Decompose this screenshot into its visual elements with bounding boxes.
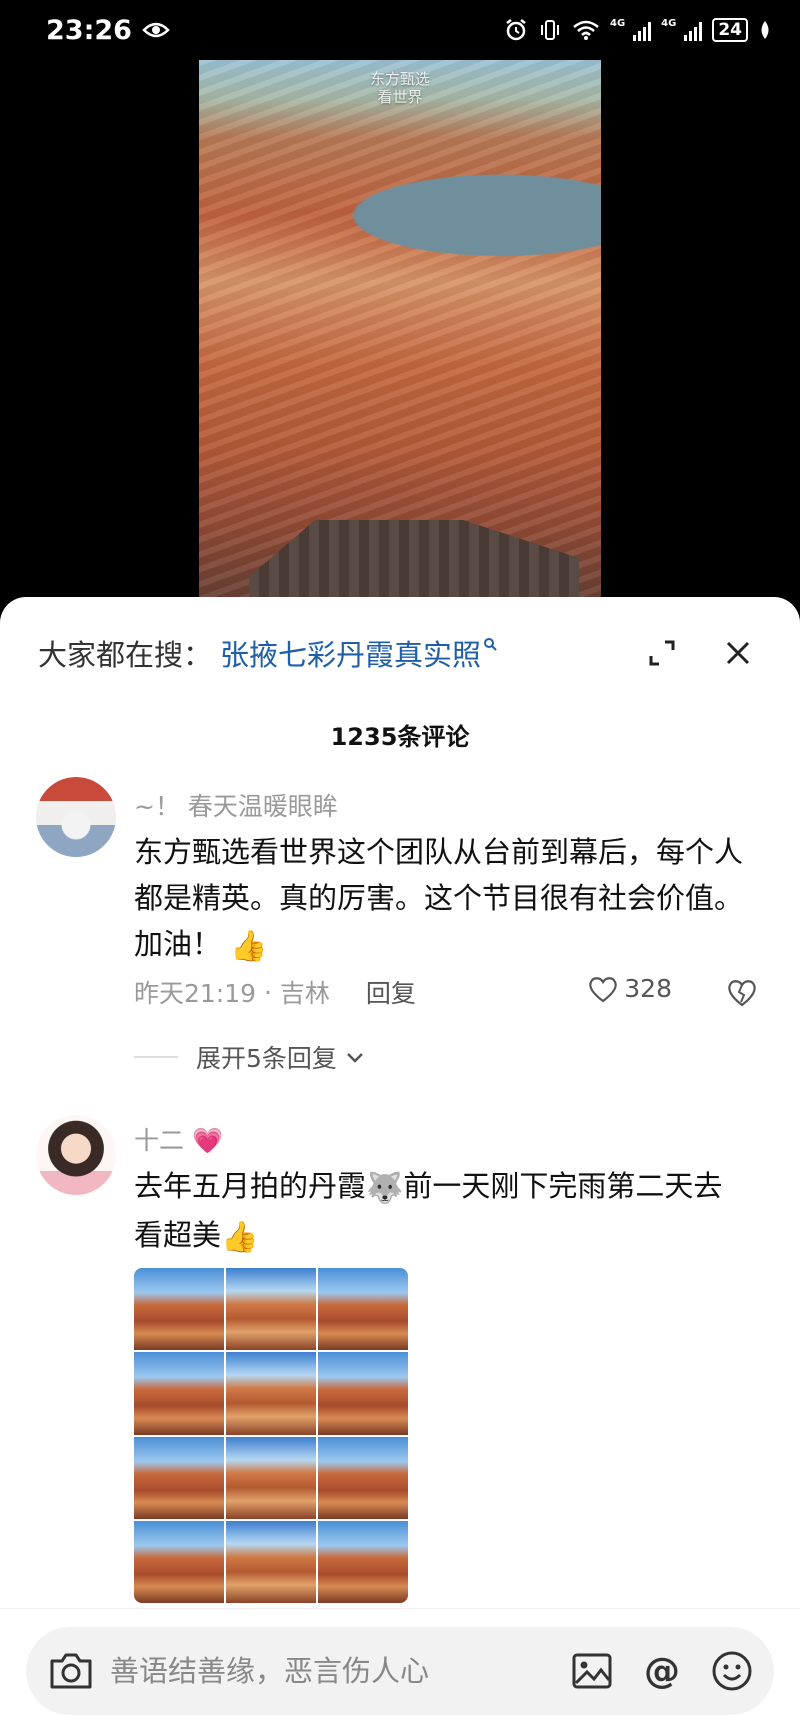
wolf-emoji: 🐺 (366, 1171, 404, 1206)
avatar[interactable] (36, 777, 116, 857)
comment-text: 去年五月拍的丹霞🐺前一天刚下完雨第二天去看超美👍 (134, 1163, 750, 1261)
leaf-icon (761, 21, 769, 39)
signal-icon-1 (633, 19, 652, 41)
thumbs-up-emoji: 👍 (230, 929, 268, 964)
expand-icon[interactable] (642, 633, 682, 673)
wifi-icon (573, 20, 599, 40)
emoji-icon[interactable] (710, 1649, 754, 1693)
thumbs-up-emoji: 👍 (221, 1220, 259, 1255)
camera-icon[interactable] (48, 1651, 94, 1691)
comment-body: 东方甄选看世界这个团队从台前到幕后，每个人都是精英。真的厉害。这个节目很有社会价… (134, 835, 744, 961)
image-icon[interactable] (570, 1649, 614, 1693)
photo-thumbnail[interactable] (134, 1352, 224, 1435)
battery-level: 24 (712, 18, 748, 42)
photo-thumbnail[interactable] (226, 1352, 316, 1435)
video-watermark: 东方甄选 看世界 (199, 70, 601, 106)
comment-time: 昨天21:19 (134, 979, 257, 1008)
photo-thumbnail[interactable] (134, 1520, 224, 1603)
like-button[interactable]: 328 (588, 974, 672, 1003)
photo-thumbnail[interactable] (318, 1520, 408, 1603)
comment-photo-grid[interactable] (134, 1268, 408, 1603)
watermark-line-2: 看世界 (377, 88, 423, 106)
expand-replies-label: 展开5条回复 (196, 1044, 337, 1073)
username-text: 十二 (134, 1126, 185, 1155)
comment-username[interactable]: 十二 💗 (134, 1121, 223, 1157)
video-player[interactable]: 东方甄选 看世界 (0, 60, 800, 615)
photo-thumbnail[interactable] (134, 1436, 224, 1519)
comment-text: 东方甄选看世界这个团队从台前到幕后，每个人都是精英。真的厉害。这个节目很有社会价… (134, 829, 750, 970)
network-type-1: 4G (609, 18, 626, 29)
heart-icon (589, 976, 618, 1002)
heart-emoji: 💗 (191, 1126, 224, 1155)
comment-input-bar: @ (0, 1608, 800, 1734)
status-bar: 23:26 4G 4G 24 (0, 0, 800, 60)
photo-thumbnail[interactable] (318, 1352, 408, 1435)
trending-search-prefix: 大家都在搜： (38, 638, 213, 672)
broken-heart-icon[interactable] (726, 976, 758, 1008)
photo-thumbnail[interactable] (226, 1268, 316, 1351)
comment-body-part-1: 去年五月拍的丹霞 (134, 1169, 367, 1203)
network-type-2: 4G (661, 18, 677, 29)
alarm-icon (506, 19, 526, 41)
replies-divider (134, 1056, 178, 1058)
comment-username[interactable]: ~！ 春天温暖眼眸 (134, 787, 338, 823)
comment-input-pill[interactable]: @ (26, 1627, 774, 1715)
watermark-line-1: 东方甄选 (369, 70, 430, 88)
photo-thumbnail[interactable] (134, 1268, 224, 1351)
signal-icon-2 (684, 19, 703, 41)
comments-sheet: 大家都在搜： 张掖七彩丹霞真实照 1235条评论 ~！ 春天温暖眼眸 东方甄选看… (0, 597, 800, 1733)
mention-icon[interactable]: @ (640, 1649, 684, 1693)
chevron-down-icon (347, 1053, 363, 1063)
photo-thumbnail[interactable] (226, 1520, 316, 1603)
photo-thumbnail[interactable] (318, 1268, 408, 1351)
trending-search-row: 大家都在搜： 张掖七彩丹霞真实照 (38, 627, 772, 679)
trending-search-link[interactable]: 张掖七彩丹霞真实照 (220, 632, 481, 674)
comment-location: 吉林 (279, 979, 330, 1008)
photo-thumbnail[interactable] (226, 1436, 316, 1519)
search-icon (483, 635, 497, 656)
meta-separator: · (256, 977, 280, 1007)
photo-thumbnail[interactable] (318, 1436, 408, 1519)
eye-icon (142, 22, 170, 38)
avatar[interactable] (36, 1115, 116, 1195)
comment-count: 1235条评论 (330, 723, 470, 751)
status-icons: 4G 4G 24 (504, 18, 772, 42)
status-time: 23:26 (46, 14, 132, 46)
video-frame[interactable]: 东方甄选 看世界 (199, 60, 601, 615)
vibrate-icon (540, 20, 559, 40)
close-icon[interactable] (718, 633, 758, 673)
reply-button[interactable]: 回复 (366, 974, 416, 1010)
like-count: 328 (624, 974, 672, 1003)
expand-replies-button[interactable]: 展开5条回复 (134, 1039, 365, 1075)
status-time-group: 23:26 (46, 15, 170, 46)
comment-input[interactable] (108, 1653, 544, 1689)
